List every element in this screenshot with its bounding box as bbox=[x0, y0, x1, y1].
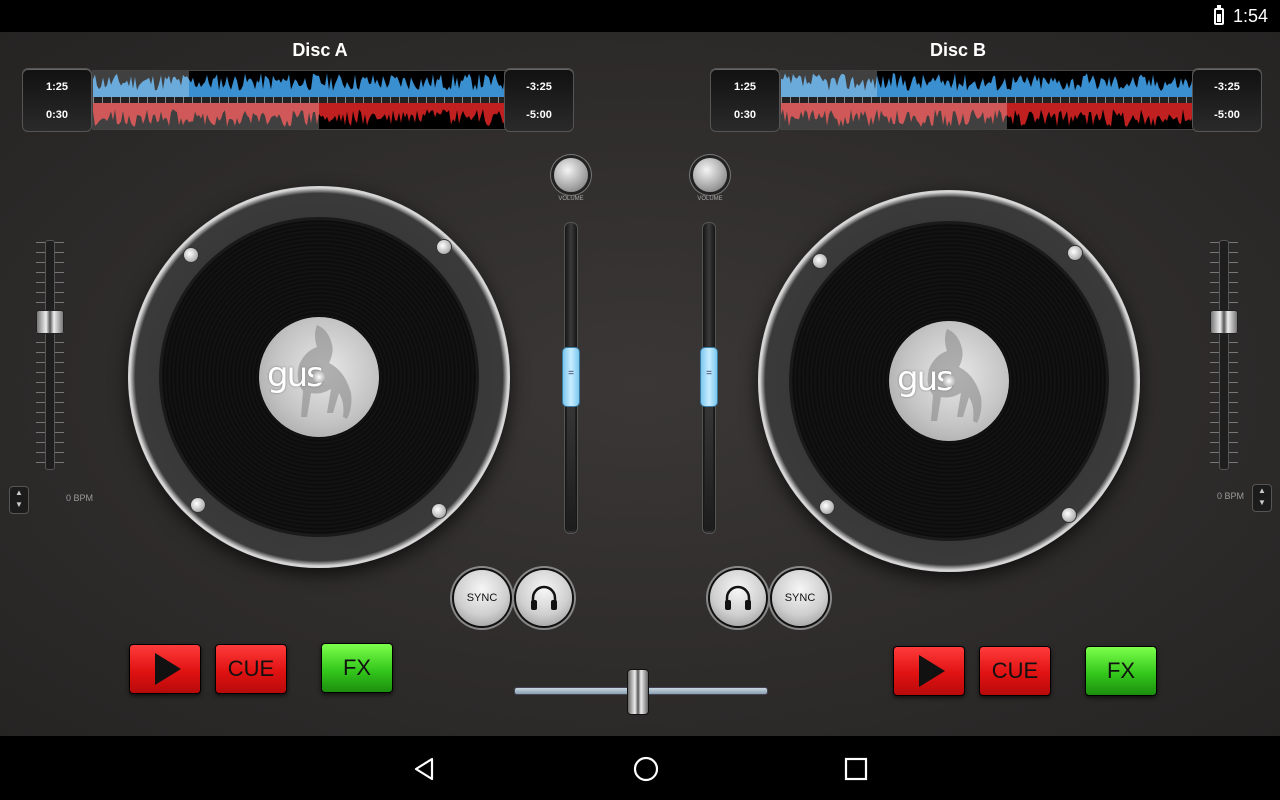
deck-a-remaining-display: -3:25 -5:00 bbox=[504, 68, 574, 132]
deck-b-sync-label: SYNC bbox=[784, 592, 816, 604]
deck-a-volume-knob-cap[interactable] bbox=[554, 158, 588, 192]
back-icon[interactable] bbox=[410, 754, 440, 784]
deck-b-sync-button[interactable]: SYNC bbox=[772, 570, 828, 626]
deck-b-volume-knob[interactable]: VOLUME bbox=[686, 152, 734, 208]
deck-a-play-button[interactable] bbox=[129, 644, 201, 694]
deck-b-turntable[interactable]: gus bbox=[758, 190, 1140, 572]
deck-a-bpm-stepper[interactable]: ▲ ▼ bbox=[9, 486, 29, 514]
deck-b-fx-button[interactable]: FX bbox=[1085, 646, 1157, 696]
dj-mixer: Disc A Disc B 1:25 0:30 -3:25 -5:00 1:25… bbox=[0, 32, 1280, 736]
deck-b-elapsed-top: 1:25 bbox=[733, 81, 757, 93]
deck-a-waveform[interactable] bbox=[92, 70, 506, 130]
deck-a-screw bbox=[191, 498, 205, 512]
deck-a-record[interactable]: gus bbox=[162, 220, 476, 534]
deck-b-record[interactable]: gus bbox=[792, 224, 1106, 538]
deck-b-spindle bbox=[943, 375, 955, 387]
deck-a-pitch-thumb[interactable] bbox=[36, 310, 64, 334]
deck-b-waveform[interactable] bbox=[780, 70, 1194, 130]
deck-a-turntable[interactable]: gus bbox=[128, 186, 510, 568]
deck-b-volume-knob-cap[interactable] bbox=[693, 158, 727, 192]
deck-b-bpm: 0 BPM bbox=[1217, 491, 1245, 501]
deck-b-record-label: gus bbox=[889, 321, 1009, 441]
deck-b-pitch-slider[interactable] bbox=[1219, 240, 1229, 470]
deck-a-headphones-button[interactable] bbox=[516, 570, 572, 626]
deck-b-waveform-top bbox=[781, 71, 1193, 97]
deck-b-channel-fader[interactable] bbox=[700, 222, 718, 534]
deck-a-screw bbox=[184, 248, 198, 262]
deck-a-fx-button[interactable]: FX bbox=[321, 643, 393, 693]
deck-b-screw bbox=[820, 500, 834, 514]
navigation-bar bbox=[0, 736, 1280, 800]
deck-b-pitch-thumb[interactable] bbox=[1210, 310, 1238, 334]
deck-a-channel-fader[interactable] bbox=[562, 222, 580, 534]
deck-a-remain-top: -3:25 bbox=[526, 81, 552, 93]
deck-b-remain-bottom: -5:00 bbox=[1214, 109, 1240, 121]
deck-b-waveform-bottom bbox=[781, 103, 1193, 129]
deck-a-record-label: gus bbox=[259, 317, 379, 437]
deck-a-fx-label: FX bbox=[342, 655, 372, 680]
deck-a-sync-button[interactable]: SYNC bbox=[454, 570, 510, 626]
deck-b-remaining-display: -3:25 -5:00 bbox=[1192, 68, 1262, 132]
deck-a-cue-button[interactable]: CUE bbox=[215, 644, 287, 694]
deck-a-elapsed-display: 1:25 0:30 bbox=[22, 68, 92, 132]
home-icon[interactable] bbox=[631, 754, 661, 784]
deck-b-play-button[interactable] bbox=[893, 646, 965, 696]
crossfader-thumb[interactable] bbox=[627, 669, 649, 715]
deck-a-cue-label: CUE bbox=[227, 656, 275, 681]
deck-b-title: Disc B bbox=[929, 40, 987, 60]
deck-a-remain-bottom: -5:00 bbox=[526, 109, 552, 121]
deck-b-channel-fader-thumb[interactable] bbox=[700, 347, 718, 407]
play-icon bbox=[919, 655, 945, 687]
deck-a-title: Disc A bbox=[292, 40, 348, 60]
deck-b-fx-label: FX bbox=[1106, 658, 1136, 683]
deck-b-remain-top: -3:25 bbox=[1214, 81, 1240, 93]
deck-b-volume-label: VOLUME bbox=[697, 196, 723, 202]
deck-a-spindle bbox=[313, 371, 325, 383]
deck-b-elapsed-display: 1:25 0:30 bbox=[710, 68, 780, 132]
battery-icon bbox=[1214, 5, 1224, 25]
deck-a-elapsed-bottom: 0:30 bbox=[45, 109, 69, 121]
deck-a-volume-knob[interactable]: VOLUME bbox=[547, 152, 595, 208]
deck-a-pitch-slider[interactable] bbox=[45, 240, 55, 470]
play-icon bbox=[155, 653, 181, 685]
deck-a-screw bbox=[432, 504, 446, 518]
status-bar: 1:54 bbox=[0, 0, 1280, 32]
status-time: 1:54 bbox=[1232, 6, 1268, 26]
headphones-icon bbox=[531, 585, 557, 610]
headphones-icon bbox=[725, 585, 751, 610]
deck-a-waveform-top bbox=[93, 71, 505, 97]
deck-b-elapsed-bottom: 0:30 bbox=[733, 109, 757, 121]
deck-b-screw bbox=[1068, 246, 1082, 260]
deck-a-waveform-bottom bbox=[93, 103, 505, 129]
deck-a-screw bbox=[437, 240, 451, 254]
deck-a-volume-label: VOLUME bbox=[558, 196, 584, 202]
deck-a-channel-fader-thumb[interactable] bbox=[562, 347, 580, 407]
deck-b-cue-button[interactable]: CUE bbox=[979, 646, 1051, 696]
deck-b-headphones-button[interactable] bbox=[710, 570, 766, 626]
deck-b-cue-label: CUE bbox=[991, 658, 1039, 683]
deck-b-screw bbox=[813, 254, 827, 268]
deck-b-screw bbox=[1062, 508, 1076, 522]
deck-a-elapsed-top: 1:25 bbox=[45, 81, 69, 93]
deck-a-sync-label: SYNC bbox=[466, 592, 498, 604]
recents-icon[interactable] bbox=[841, 754, 871, 784]
deck-b-bpm-stepper[interactable]: ▲ ▼ bbox=[1252, 484, 1272, 512]
deck-a-bpm: 0 BPM bbox=[66, 493, 94, 503]
